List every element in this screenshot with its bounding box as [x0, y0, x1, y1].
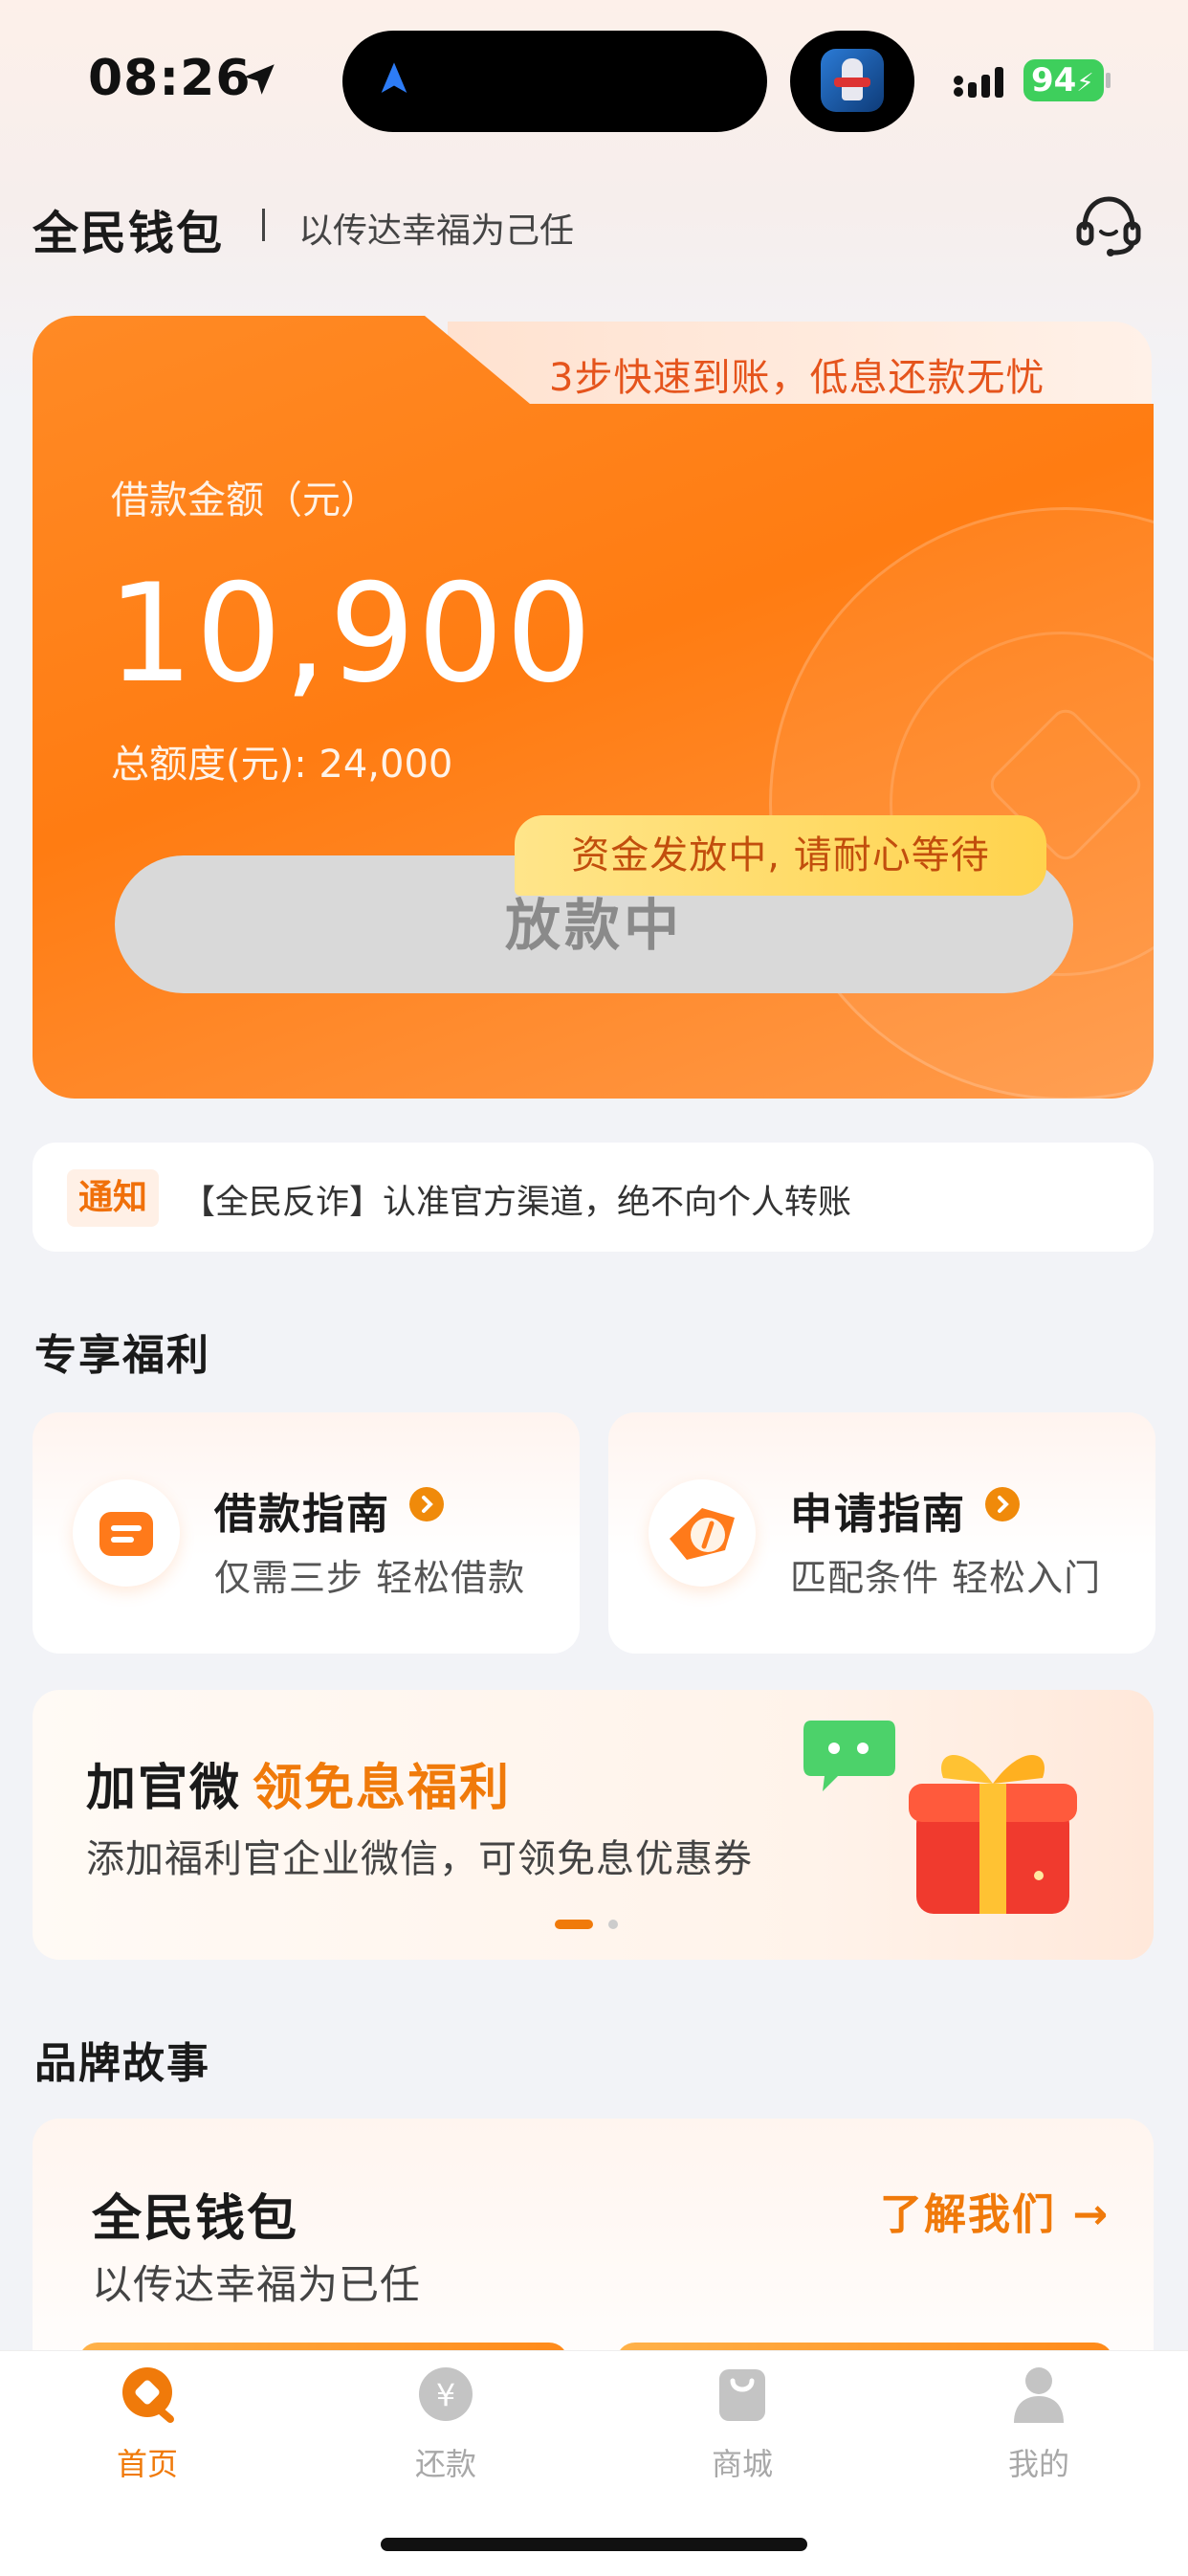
status-time: 08:26 — [88, 50, 252, 107]
benefits-section-title: 专享福利 — [34, 1331, 210, 1380]
loan-amount-label: 借款金额（元） — [111, 478, 379, 522]
card-tab-text: 3步快速到账，低息还款无忧 — [549, 356, 1045, 400]
banner-subtitle: 添加福利官企业微信，可领免息优惠券 — [86, 1837, 753, 1881]
loan-guide-icon — [73, 1479, 180, 1587]
benefit-title: 申请指南 — [790, 1490, 966, 1539]
tab-label: 还款 — [414, 2446, 476, 2482]
gift-box-icon — [909, 1754, 1077, 1914]
battery-cap — [1106, 73, 1111, 88]
loan-amount: 10,900 — [107, 555, 594, 713]
tab-label: 我的 — [1007, 2446, 1069, 2482]
banner-title: 加官微 — [86, 1760, 242, 1817]
home-indicator[interactable] — [381, 2538, 807, 2551]
shopping-bag-icon — [719, 2369, 765, 2421]
tab-home[interactable]: 首页 — [52, 2364, 243, 2484]
user-icon — [1014, 2367, 1064, 2423]
carousel-dot-active[interactable] — [555, 1920, 593, 1929]
benefit-subtitle: 仅需三步 轻松借款 — [214, 1557, 526, 1599]
total-quota: 总额度(元): 24,000 — [111, 743, 453, 787]
location-arrow-icon — [244, 64, 275, 95]
brand-story-title: 全民钱包 — [92, 2190, 299, 2248]
tab-label: 首页 — [116, 2446, 178, 2482]
brand-slogan: 以传达幸福为己任 — [298, 211, 575, 251]
tab-mall[interactable]: 商城 — [647, 2364, 838, 2484]
battery-level: 94 — [1031, 61, 1077, 100]
brand-name: 全民钱包 — [33, 207, 225, 260]
tab-repay[interactable]: ¥ 还款 — [350, 2364, 541, 2484]
benefit-title: 借款指南 — [214, 1490, 390, 1539]
navigation-icon — [381, 62, 407, 93]
chevron-right-icon — [985, 1487, 1020, 1521]
battery-icon: 94⚡ — [1023, 59, 1104, 101]
about-us-link[interactable]: 了解我们 → — [880, 2180, 1110, 2241]
header-divider — [262, 209, 265, 241]
yuan-icon: ¥ — [419, 2367, 473, 2421]
carousel-dot[interactable] — [608, 1920, 618, 1929]
wechat-chat-icon — [803, 1721, 895, 1791]
tab-mine[interactable]: 我的 — [943, 2364, 1134, 2484]
app-activity-icon — [821, 49, 884, 112]
headset-icon[interactable] — [1075, 195, 1142, 256]
tab-label: 商城 — [711, 2446, 773, 2482]
banner-title-highlight: 领免息福利 — [253, 1760, 512, 1817]
notice-text[interactable]: 【全民反诈】认准官方渠道，绝不向个人转账 — [182, 1175, 851, 1224]
compass-icon — [649, 1479, 756, 1587]
signal-icon — [954, 67, 1003, 98]
svg-text:¥: ¥ — [436, 2377, 455, 2413]
status-tooltip: 资金发放中, 请耐心等待 — [515, 815, 1046, 896]
chevron-right-icon — [409, 1487, 444, 1521]
notice-tag: 通知 — [67, 1169, 159, 1227]
benefit-subtitle: 匹配条件 轻松入门 — [790, 1557, 1102, 1599]
brand-story-subtitle: 以传达幸福为已任 — [92, 2261, 422, 2308]
brand-story-section-title: 品牌故事 — [34, 2039, 210, 2088]
home-icon — [122, 2367, 174, 2423]
